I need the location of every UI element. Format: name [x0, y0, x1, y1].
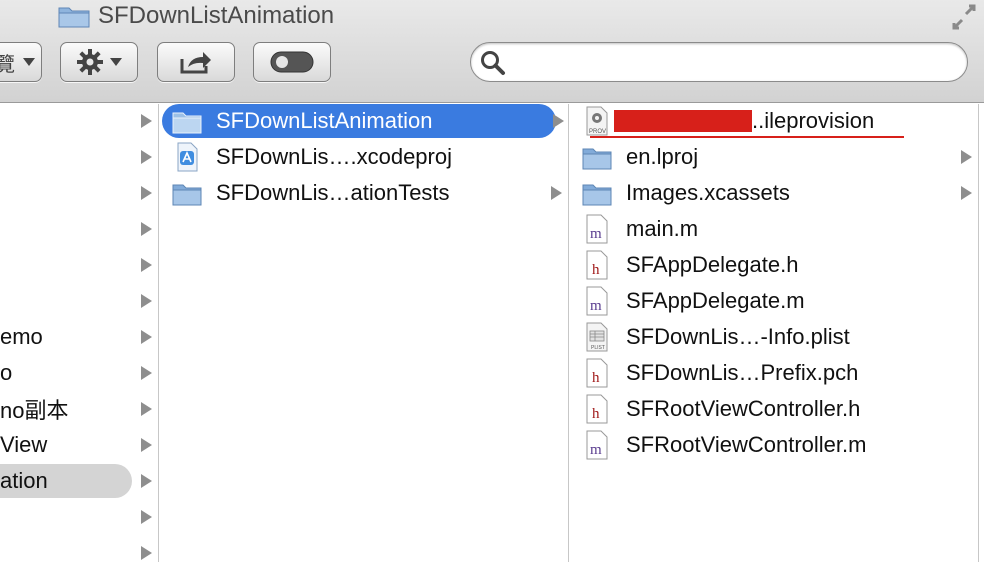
tags-toggle-button[interactable] [253, 42, 331, 82]
browser-column-4 [980, 104, 984, 562]
svg-text:PROV: PROV [589, 129, 606, 135]
list-item[interactable]: PLIST SFDownLis…-Info.plist [570, 320, 978, 354]
list-item[interactable]: PROV ..ileprovision [570, 104, 978, 138]
disclosure-triangle-icon [141, 150, 152, 164]
browser-column-1: emo o no副本 View ation [0, 104, 159, 562]
disclosure-triangle-icon [141, 186, 152, 200]
view-glyph: 覽 [0, 53, 15, 76]
list-item[interactable]: SFDownLis….xcodeproj [160, 140, 568, 174]
list-item-selected[interactable]: ation [0, 464, 152, 498]
folder-icon [582, 142, 612, 172]
redaction-block [614, 110, 752, 132]
search-input[interactable] [470, 42, 968, 82]
svg-text:m: m [590, 226, 602, 242]
m-file-icon: m [582, 286, 612, 316]
list-item[interactable]: h SFAppDelegate.h [570, 248, 978, 282]
list-item[interactable] [0, 500, 158, 534]
disclosure-triangle-icon [141, 258, 152, 272]
list-item[interactable]: emo [0, 320, 158, 354]
disclosure-triangle-icon [551, 186, 562, 200]
svg-text:m: m [590, 298, 602, 314]
disclosure-triangle-icon [141, 330, 152, 344]
list-item[interactable] [0, 212, 158, 246]
provision-file-label: ..ileprovision [614, 108, 874, 134]
disclosure-triangle-icon [141, 294, 152, 308]
action-button[interactable] [60, 42, 138, 82]
plist-icon: PLIST [582, 322, 612, 352]
window-title-text: SFDownListAnimation [98, 2, 335, 29]
disclosure-triangle-icon [961, 186, 972, 200]
folder-icon [172, 178, 202, 208]
red-underline [590, 136, 904, 138]
disclosure-triangle-icon [141, 402, 152, 416]
share-button[interactable] [157, 42, 235, 82]
chevron-down-icon [110, 58, 122, 66]
disclosure-triangle-icon [141, 438, 152, 452]
window-title: SFDownListAnimation [58, 2, 334, 30]
list-item-selected[interactable]: SFDownListAnimation [162, 104, 564, 138]
list-item[interactable] [0, 104, 158, 138]
folder-icon [58, 4, 90, 28]
list-item[interactable]: no副本 [0, 392, 158, 426]
browser-column-3: PROV ..ileprovision en.lproj Images.xcas… [570, 104, 979, 562]
provision-icon: PROV [582, 106, 612, 136]
toggle-pill-icon [270, 51, 314, 73]
gear-icon [77, 49, 103, 75]
list-item[interactable] [0, 536, 158, 562]
xcodeproj-icon [172, 142, 202, 172]
list-item[interactable]: o [0, 356, 158, 390]
svg-text:m: m [590, 442, 602, 458]
list-item[interactable] [0, 140, 158, 174]
list-item[interactable]: h SFRootViewController.h [570, 392, 978, 426]
view-mode-button[interactable]: 覽 [0, 42, 42, 82]
search-icon [481, 51, 505, 75]
svg-text:h: h [592, 370, 600, 386]
chevron-down-icon [23, 58, 35, 66]
list-item[interactable] [0, 176, 158, 210]
h-file-icon: h [582, 358, 612, 388]
h-file-icon: h [582, 394, 612, 424]
list-item[interactable]: h SFDownLis…Prefix.pch [570, 356, 978, 390]
list-item[interactable]: View [0, 428, 158, 462]
folder-icon [172, 106, 202, 136]
svg-text:h: h [592, 262, 600, 278]
list-item[interactable]: SFDownLis…ationTests [160, 176, 568, 210]
m-file-icon: m [582, 430, 612, 460]
disclosure-triangle-icon [141, 546, 152, 560]
disclosure-triangle-icon [141, 366, 152, 380]
disclosure-triangle-icon [141, 222, 152, 236]
m-file-icon: m [582, 214, 612, 244]
browser-column-2: SFDownListAnimation SFDownLis….xcodeproj… [160, 104, 569, 562]
h-file-icon: h [582, 250, 612, 280]
folder-icon [582, 178, 612, 208]
disclosure-triangle-icon [141, 474, 152, 488]
list-item[interactable]: m SFRootViewController.m [570, 428, 978, 462]
fullscreen-icon[interactable] [950, 4, 978, 30]
disclosure-triangle-icon [141, 510, 152, 524]
window-toolbar: SFDownListAnimation 覽 [0, 0, 984, 103]
disclosure-triangle-icon [553, 114, 564, 128]
list-item[interactable]: m SFAppDelegate.m [570, 284, 978, 318]
disclosure-triangle-icon [961, 150, 972, 164]
list-item[interactable]: Images.xcassets [570, 176, 978, 210]
svg-text:PLIST: PLIST [591, 345, 605, 351]
list-item[interactable] [0, 284, 158, 318]
svg-text:h: h [592, 406, 600, 422]
list-item[interactable]: en.lproj [570, 140, 978, 174]
list-item[interactable] [0, 248, 158, 282]
disclosure-triangle-icon [141, 114, 152, 128]
share-icon [180, 52, 211, 74]
list-item[interactable]: m main.m [570, 212, 978, 246]
